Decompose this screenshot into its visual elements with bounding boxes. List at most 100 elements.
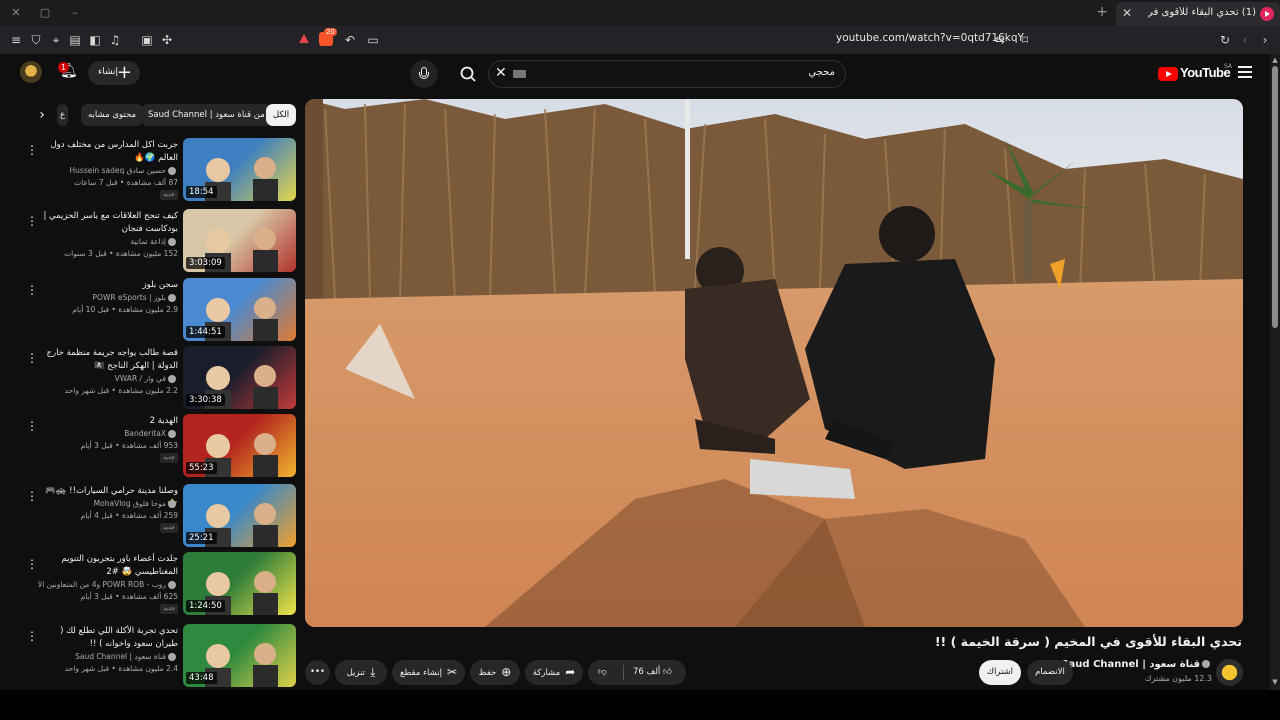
suggestion-channel[interactable]: بلوز | POWR eSports: [38, 292, 178, 304]
mic-icon[interactable]: [410, 60, 438, 88]
like-count: 76 ألف: [633, 667, 661, 677]
chip-all[interactable]: الكل: [266, 104, 297, 126]
search-button[interactable]: [450, 60, 488, 88]
undo-icon[interactable]: ↶: [342, 32, 358, 48]
suggestion-title[interactable]: كيف تنجح العلاقات مع ياسر الحزيمي | بودك…: [38, 210, 178, 236]
channel-name-text: قناة سعود | Saud Channel: [1061, 659, 1200, 670]
suggestion-channel[interactable]: حسين سادق Hussein sadeq: [38, 165, 178, 177]
suggestion-stats: 625 ألف مشاهدة • قبل 3 أيام: [80, 592, 178, 601]
suggestion-title[interactable]: الهدية 2: [38, 415, 178, 428]
maximize-window-icon[interactable]: ▢: [37, 5, 53, 21]
browser-tab-youtube[interactable]: ✕ (1) تحدي البقاء للأقوى في المخ...: [1116, 2, 1280, 26]
suggestion-item[interactable]: ⋮ جلدت أعضاء باور بتجربون التنويم المغناط…: [24, 552, 296, 616]
share-button[interactable]: مشاركة ➦: [525, 660, 583, 685]
suggestion-item[interactable]: ⋮وصلنا مدينة حرامي السيارات!! 🚓🎮⭐موحا فل…: [24, 484, 296, 548]
bookmark-icon[interactable]: ⌑: [1017, 32, 1033, 48]
close-window-icon[interactable]: ✕: [8, 5, 24, 21]
clear-search-icon[interactable]: ✕: [495, 65, 507, 81]
scroll-thumb[interactable]: [1272, 66, 1278, 328]
new-tab-button[interactable]: +: [1096, 4, 1108, 20]
like-dislike-group: 👎︎ 76 ألف 👍︎: [588, 660, 686, 685]
channel-avatar[interactable]: [1216, 659, 1243, 686]
keyboard-icon[interactable]: [513, 70, 526, 78]
tabs-icon[interactable]: ▤: [67, 32, 83, 48]
suggestion-title[interactable]: قصة طالب يواجه جريمة منظمة خارج الدولة |…: [38, 347, 178, 373]
reload-icon[interactable]: ↻: [1217, 32, 1233, 48]
back-icon[interactable]: ‹: [1237, 32, 1253, 48]
youtube-logo[interactable]: YouTube SA: [1158, 63, 1232, 83]
clip-button[interactable]: إنشاء مقطع ✂: [392, 660, 465, 685]
suggestion-item[interactable]: ⋮ كيف تنجح العلاقات مع ياسر الحزيمي | بود…: [24, 209, 296, 273]
join-button[interactable]: الانضمام: [1027, 660, 1073, 685]
like-button[interactable]: 76 ألف 👍︎: [633, 660, 672, 685]
save-icon: ⊕: [501, 665, 512, 679]
more-actions-icon[interactable]: ⋮: [26, 144, 38, 156]
suggestion-title[interactable]: جلدت أعضاء باور بتجربون التنويم المغناطي…: [38, 553, 179, 579]
menu-icon[interactable]: ≡: [8, 32, 24, 48]
sidebar-icon[interactable]: ◧: [87, 32, 103, 48]
channel-name[interactable]: قناة سعود | Saud Channel: [1061, 659, 1212, 670]
video-frame: [305, 99, 1243, 627]
suggestion-channel[interactable]: روب - POWR ROB و4 من المتعاونين الآخرين: [38, 579, 178, 591]
save-button[interactable]: حفظ ⊕: [470, 660, 520, 685]
search-input[interactable]: ✕ محجي: [488, 60, 846, 88]
guide-menu-icon[interactable]: [1238, 66, 1252, 78]
suggestion-channel[interactable]: إذاعة ثمانية: [38, 236, 178, 248]
suggestion-item[interactable]: ⋮ سجن بلوز بلوز | POWR eSports 2.9 مليون مش…: [24, 278, 296, 342]
create-label: إنشاء: [98, 67, 119, 77]
account-avatar[interactable]: [20, 61, 42, 83]
video-duration: 3:30:38: [186, 394, 225, 406]
video-title: تحدي البقاء للأقوى في المخيم ( سرقة الخي…: [934, 634, 1242, 649]
video-duration: 55:23: [186, 462, 217, 474]
site-settings-icon[interactable]: ⇋: [992, 32, 1008, 48]
more-actions-icon[interactable]: ⋮: [26, 284, 38, 296]
brave-shield-icon[interactable]: 20: [319, 28, 337, 46]
music-icon[interactable]: ♫: [107, 32, 123, 48]
scroll-up-icon[interactable]: ▲: [1271, 56, 1279, 64]
save-label: حفظ: [478, 668, 497, 678]
subscriber-count: 12.3 مليون مشترك: [1144, 674, 1212, 683]
more-actions-icon[interactable]: ⋮: [26, 420, 38, 432]
suggestion-item[interactable]: ⋮ تحدي تجربة الأكلة اللي تطلع لك ( طيران …: [24, 624, 296, 688]
youtube-favicon-icon: [1260, 7, 1274, 21]
extensions-icon[interactable]: ✣: [159, 32, 175, 48]
subscribe-button[interactable]: اشتراك: [979, 660, 1021, 685]
more-actions-icon[interactable]: ⋮: [26, 490, 38, 502]
chip-more[interactable]: ع: [57, 104, 69, 126]
rewards-icon[interactable]: ⌖: [48, 32, 64, 48]
download-button[interactable]: تنزيل ⤓: [335, 660, 387, 685]
suggestion-channel[interactable]: في وار / VWAR: [38, 373, 178, 385]
alert-icon[interactable]: [299, 34, 309, 43]
suggestion-channel-name: إذاعة ثمانية: [130, 237, 166, 246]
suggestion-channel[interactable]: قناة سعود | Saud Channel: [38, 651, 178, 663]
suggestion-channel[interactable]: موحا فلوق MohaVlog: [38, 498, 178, 510]
suggestion-title[interactable]: سجن بلوز: [38, 279, 178, 292]
video-player[interactable]: [305, 99, 1243, 627]
scissors-icon: ✂: [446, 665, 457, 679]
notification-badge: 1: [58, 62, 69, 73]
more-actions-icon[interactable]: ⋮: [26, 215, 38, 227]
dislike-icon[interactable]: 👎︎: [598, 660, 607, 685]
suggestion-item[interactable]: ⋮ الهدية 2 BanderitaX 953 ألف مشاهدة • قبل …: [24, 414, 296, 478]
chip-related[interactable]: محتوى مشابه: [81, 104, 143, 126]
chevron-right-icon[interactable]: ›: [34, 107, 50, 123]
page-scrollbar[interactable]: ▲ ▼: [1270, 54, 1280, 690]
more-actions-icon[interactable]: ⋮: [26, 630, 38, 642]
more-actions-button[interactable]: •••: [305, 660, 330, 685]
create-button[interactable]: إنشاء +: [88, 61, 140, 85]
chip-from-channel[interactable]: من قناة سعود | Saud Channel: [141, 104, 272, 126]
tab-close-icon[interactable]: ✕: [1122, 6, 1132, 20]
more-actions-icon[interactable]: ⋮: [26, 352, 38, 364]
more-actions-icon[interactable]: ⋮: [26, 558, 38, 570]
suggestion-title[interactable]: تحدي تجربة الأكلة اللي تطلع لك ( طيران س…: [38, 625, 178, 651]
minimize-window-icon[interactable]: –: [67, 5, 83, 21]
forward-icon[interactable]: ›: [1257, 32, 1273, 48]
suggestion-title[interactable]: جربت اكل المدارس من مختلف دول العالم 🌍🔥: [38, 139, 179, 165]
suggestion-channel[interactable]: BanderitaX: [38, 428, 178, 440]
suggestion-item[interactable]: ⋮ جربت اكل المدارس من مختلف دول العالم 🌍🔥…: [24, 138, 296, 202]
scroll-down-icon[interactable]: ▼: [1271, 678, 1279, 686]
cast-icon[interactable]: ▭: [365, 32, 381, 48]
wallet-icon[interactable]: ▣: [139, 32, 155, 48]
shield-icon[interactable]: ⛉: [28, 32, 44, 48]
suggestion-item[interactable]: ⋮ قصة طالب يواجه جريمة منظمة خارج الدولة …: [24, 346, 296, 410]
